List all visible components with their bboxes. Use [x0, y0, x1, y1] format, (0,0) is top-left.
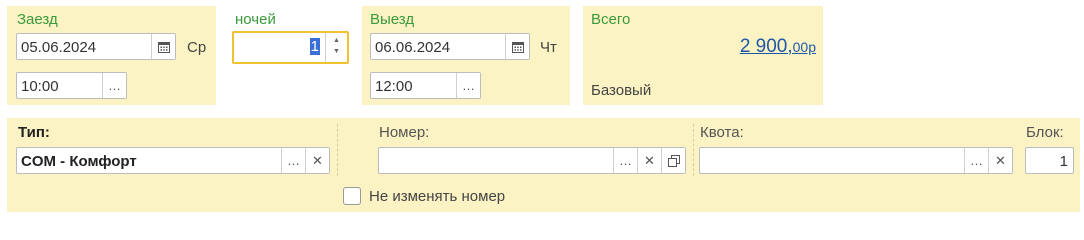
clear-icon[interactable]: ✕ [988, 148, 1012, 173]
total-amount: 2 900, [739, 36, 793, 57]
checkout-date-value: 06.06.2024 [375, 39, 451, 56]
open-icon[interactable] [661, 148, 685, 173]
calendar-icon[interactable] [151, 34, 175, 59]
rate-label: Базовый [591, 82, 652, 99]
nights-label: ночей [235, 11, 276, 28]
nights-spinner[interactable]: ▲ ▼ [325, 33, 347, 62]
room-type-label: Тип: [18, 124, 50, 141]
total-amount-link[interactable]: 2 900,00р [740, 36, 816, 58]
total-label: Всего [591, 11, 631, 28]
divider [693, 124, 694, 176]
quota-field[interactable]: … ✕ [699, 147, 1013, 174]
checkin-time-value: 10:00 [21, 78, 59, 95]
quota-label: Квота: [700, 124, 744, 141]
checkout-time-value: 12:00 [375, 78, 413, 95]
checkin-date-field[interactable]: 05.06.2024 [16, 33, 176, 60]
checkout-date-field[interactable]: 06.06.2024 [370, 33, 530, 60]
clear-icon[interactable]: ✕ [637, 148, 661, 173]
calendar-icon[interactable] [505, 34, 529, 59]
ellipsis-icon[interactable]: … [456, 73, 480, 98]
checkin-time-field[interactable]: 10:00 … [16, 72, 127, 99]
block-label: Блок: [1026, 124, 1064, 141]
spin-up-icon[interactable]: ▲ [333, 37, 340, 44]
room-type-field[interactable]: COM - Комфорт … ✕ [16, 147, 330, 174]
ellipsis-icon[interactable]: … [964, 148, 988, 173]
nights-field[interactable]: 1 ▲ ▼ [232, 31, 349, 64]
ellipsis-icon[interactable]: … [281, 148, 305, 173]
spin-down-icon[interactable]: ▼ [333, 48, 340, 55]
keep-room-label: Не изменять номер [369, 188, 506, 205]
checkout-weekday: Чт [540, 39, 557, 56]
divider [337, 124, 338, 176]
ellipsis-icon[interactable]: … [102, 73, 126, 98]
checkout-time-field[interactable]: 12:00 … [370, 72, 481, 99]
total-cents: 00р [792, 39, 816, 55]
ellipsis-icon[interactable]: … [613, 148, 637, 173]
checkin-date-value: 05.06.2024 [21, 39, 97, 56]
room-type-value: COM - Комфорт [21, 153, 137, 170]
nights-value: 1 [309, 38, 320, 55]
checkin-label: Заезд [17, 11, 58, 28]
room-number-label: Номер: [379, 124, 430, 141]
clear-icon[interactable]: ✕ [305, 148, 329, 173]
checkout-label: Выезд [370, 11, 415, 28]
block-field[interactable]: 1 [1025, 147, 1074, 174]
block-value: 1 [1059, 153, 1068, 170]
checkin-weekday: Ср [187, 39, 207, 56]
keep-room-checkbox[interactable] [343, 187, 361, 205]
room-number-field[interactable]: … ✕ [378, 147, 686, 174]
